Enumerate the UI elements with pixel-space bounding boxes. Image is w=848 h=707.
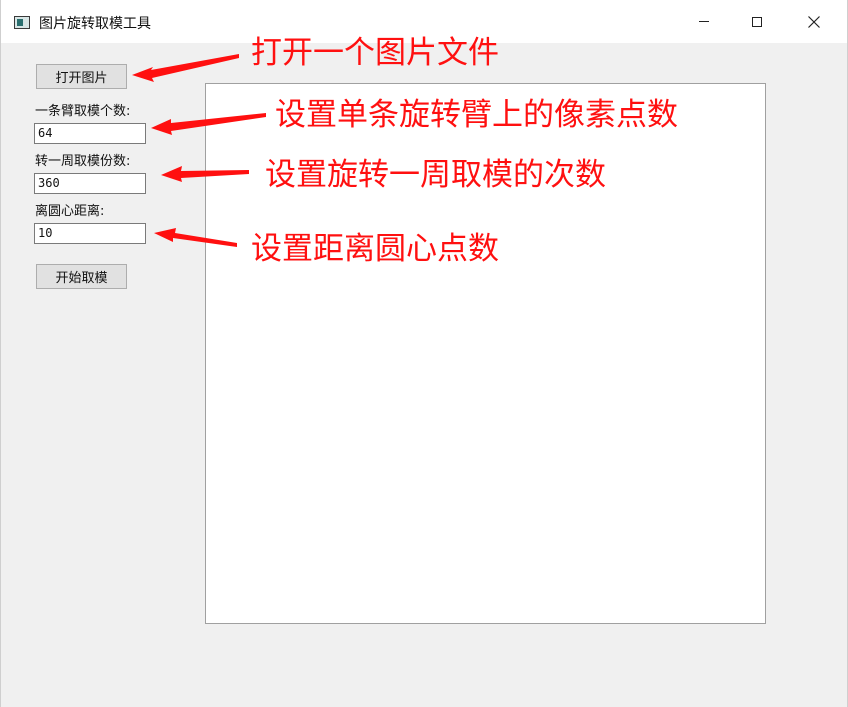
rotation-count-input[interactable]: 360 [34,173,146,194]
annotation-rotation-count: 设置旋转一周取模的次数 [265,157,606,193]
center-distance-input[interactable]: 10 [34,223,146,244]
arm-pixels-input[interactable]: 64 [34,123,146,144]
maximize-icon [752,16,762,27]
minimize-icon [699,21,709,22]
rotation-count-label: 转一周取模份数: [35,154,131,169]
app-window: 图片旋转取模工具 打开图片 一条臂取模个数: 64 转一周取模份数: 360 离… [0,0,848,707]
arm-pixels-label: 一条臂取模个数: [35,104,131,119]
minimize-button[interactable] [675,0,733,43]
annotation-open-file: 打开一个图片文件 [251,35,499,71]
arrow-open-file [132,54,239,82]
close-icon [808,15,820,28]
app-window-icon [14,16,30,29]
annotation-center-distance: 设置距离圆心点数 [251,231,499,267]
start-button[interactable]: 开始取模 [36,264,127,289]
close-button[interactable] [785,0,843,43]
open-image-button[interactable]: 打开图片 [36,64,127,89]
window-title: 图片旋转取模工具 [39,16,151,32]
center-distance-label: 离圆心距离: [35,204,105,219]
annotation-arm-pixels: 设置单条旋转臂上的像素点数 [275,97,678,133]
maximize-button[interactable] [728,0,786,43]
